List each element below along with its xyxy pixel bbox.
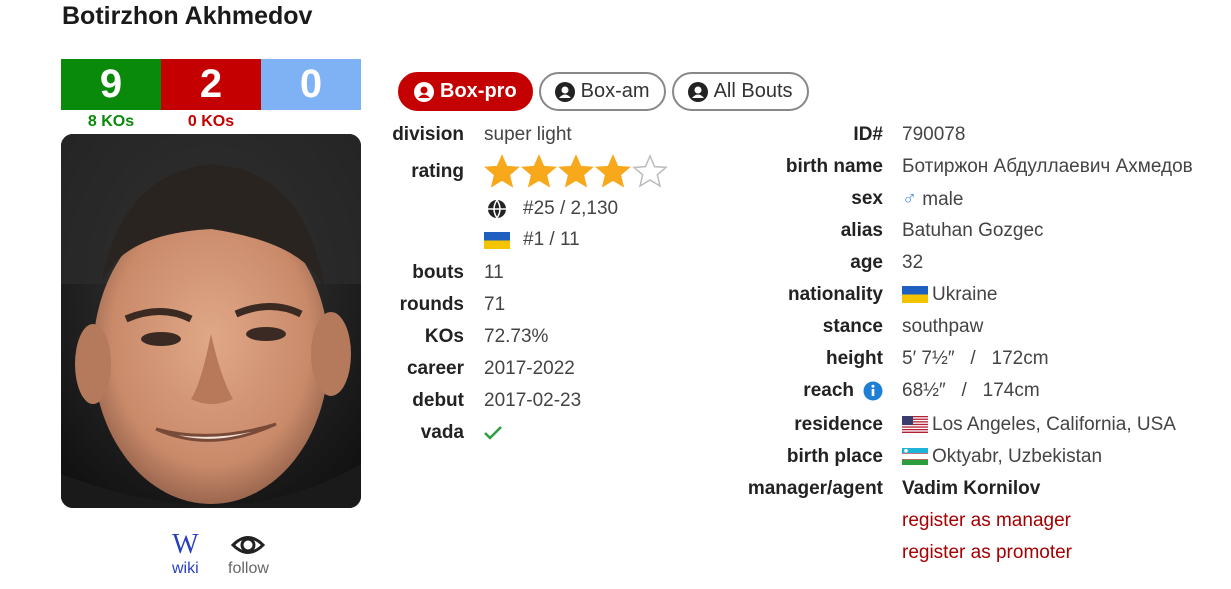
birth-place-value: Oktyabr, Uzbekistan xyxy=(932,446,1103,467)
wiki-label: wiki xyxy=(172,560,199,577)
uzbekistan-flag-icon xyxy=(902,448,928,466)
birth-place-label: birth place xyxy=(786,446,883,467)
globe-icon xyxy=(488,199,506,219)
losses-ko-count: 0 KOs xyxy=(187,113,235,130)
wins-count: 9 xyxy=(61,59,161,110)
residence-value: Los Angeles, California, USA xyxy=(932,414,1176,435)
kos-label: KOs xyxy=(424,326,464,347)
tab-all-bouts[interactable]: All Bouts xyxy=(671,72,809,111)
follow-label: follow xyxy=(228,560,269,577)
world-rank: #25 / 2,130 xyxy=(523,198,619,219)
losses-count: 2 xyxy=(161,59,261,110)
user-circle-icon xyxy=(687,81,708,102)
rounds-label: rounds xyxy=(399,294,464,315)
height-value: 5′ 7½″ / 172cm xyxy=(902,348,1049,369)
reach-value: 68½″ / 174cm xyxy=(902,380,1040,401)
sex-value: male xyxy=(922,189,964,210)
debut-value: 2017-02-23 xyxy=(484,390,582,411)
tab-label: All Bouts xyxy=(713,80,793,102)
follow-link[interactable]: follow xyxy=(228,530,269,578)
usa-flag-icon xyxy=(902,416,928,434)
stance-label: stance xyxy=(822,316,883,337)
user-circle-icon xyxy=(414,81,434,102)
male-icon: ♂ xyxy=(902,188,917,210)
wins-ko-count: 8 KOs xyxy=(87,113,135,130)
ukraine-flag-icon xyxy=(902,286,928,304)
id-value: 790078 xyxy=(902,124,966,145)
star-filled-icon xyxy=(521,154,557,188)
sex-label: sex xyxy=(851,188,883,209)
birth-name-value: Ботиржон Абдуллаевич Ахмедов xyxy=(902,156,1193,177)
ukraine-flag-icon xyxy=(484,232,510,249)
manager-value[interactable]: Vadim Kornilov xyxy=(902,478,1040,500)
register-promoter-link[interactable]: register as promoter xyxy=(902,542,1072,564)
record-bar: 9 2 0 xyxy=(61,59,361,110)
career-value: 2017-2022 xyxy=(484,358,575,379)
bouts-value: 11 xyxy=(484,262,504,283)
tab-box-am[interactable]: Box-am xyxy=(538,72,666,111)
nationality-label: nationality xyxy=(787,284,883,305)
residence-value-wrap: Los Angeles, California, USA xyxy=(902,414,1176,436)
boxer-photo xyxy=(61,134,361,508)
age-value: 32 xyxy=(902,252,924,273)
residence-label: residence xyxy=(794,414,883,435)
star-filled-icon xyxy=(595,154,631,188)
register-manager-link[interactable]: register as manager xyxy=(902,510,1071,532)
user-circle-icon xyxy=(554,81,575,102)
star-filled-icon xyxy=(558,154,594,188)
birth-name-label: birth name xyxy=(785,156,883,177)
alias-label: alias xyxy=(840,220,883,241)
alias-value: Batuhan Gozgec xyxy=(902,220,1044,241)
info-icon[interactable] xyxy=(863,381,883,401)
rating-stars xyxy=(484,154,668,188)
division-label: division xyxy=(392,124,464,145)
reach-label: reach xyxy=(803,380,854,401)
id-label: ID# xyxy=(853,124,883,145)
division-value: super light xyxy=(484,124,572,145)
tab-label: Box-pro xyxy=(440,80,517,102)
check-icon xyxy=(484,426,502,440)
sex-value-wrap: ♂ male xyxy=(902,188,963,211)
age-label: age xyxy=(850,252,883,273)
bouts-label: bouts xyxy=(412,262,464,283)
career-label: career xyxy=(406,358,464,379)
vada-label: vada xyxy=(420,422,464,443)
star-filled-icon xyxy=(484,154,520,188)
kos-value: 72.73% xyxy=(484,326,549,347)
rounds-value: 71 xyxy=(484,294,506,315)
nationality-value: Ukraine xyxy=(932,284,998,305)
wiki-link[interactable]: W wiki xyxy=(172,530,199,578)
birth-place-value-wrap: Oktyabr, Uzbekistan xyxy=(902,446,1102,468)
height-label: height xyxy=(826,348,883,369)
record-tabs: Box-pro Box-am All Bouts xyxy=(398,72,809,111)
tab-label: Box-am xyxy=(580,80,650,102)
wikipedia-icon: W xyxy=(172,529,199,560)
stance-value: southpaw xyxy=(902,316,984,337)
draws-count: 0 xyxy=(261,59,361,110)
boxer-name: Botirzhon Akhmedov xyxy=(62,2,313,30)
manager-label: manager/agent xyxy=(747,478,883,499)
tab-box-pro[interactable]: Box-pro xyxy=(398,72,533,111)
star-empty-icon xyxy=(632,154,668,188)
eye-icon xyxy=(231,536,266,554)
debut-label: debut xyxy=(412,390,464,411)
nationality-value-wrap: Ukraine xyxy=(902,284,997,306)
rating-label: rating xyxy=(411,161,464,182)
country-rank: #1 / 11 xyxy=(523,229,580,250)
